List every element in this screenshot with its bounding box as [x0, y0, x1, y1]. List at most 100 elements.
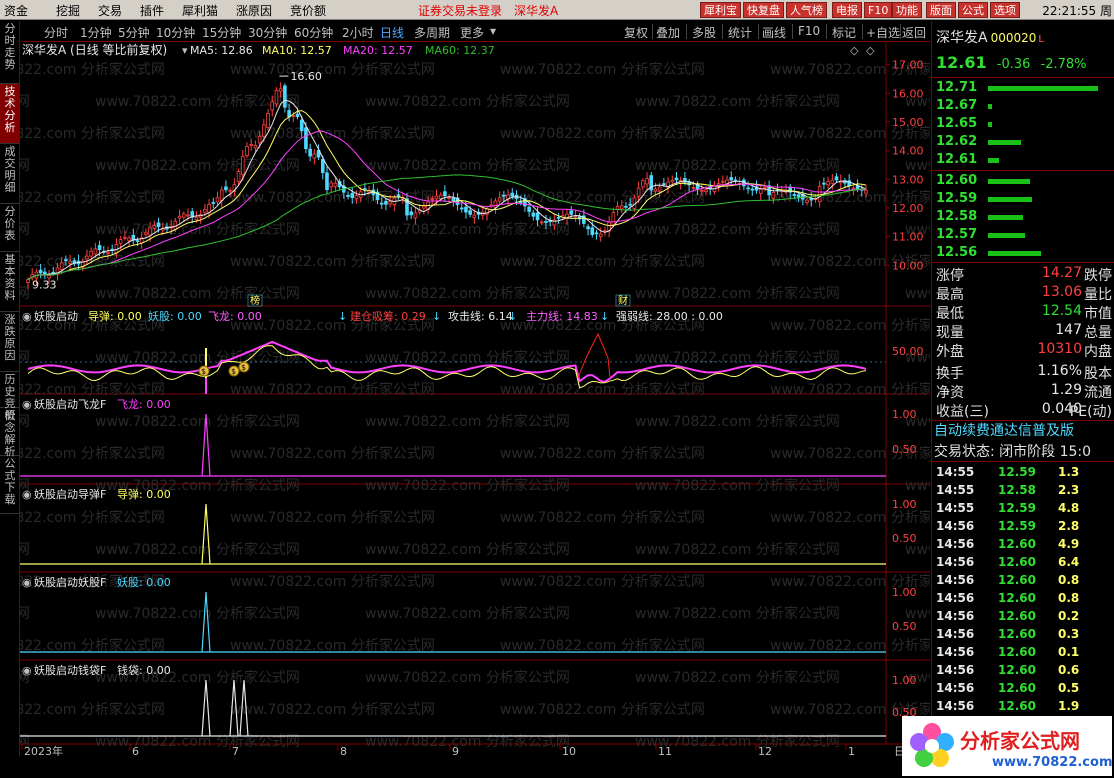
left-tab-7[interactable]: 概念解析: [0, 408, 20, 458]
tick-time: 14:56: [936, 663, 975, 677]
candle-body: [346, 194, 350, 197]
left-tab-4[interactable]: 基本资料: [0, 252, 20, 312]
layout-button[interactable]: 版面: [926, 2, 956, 18]
menu-item-xilimao[interactable]: 犀利猫: [182, 2, 218, 19]
tick-price: 12.59: [998, 519, 1036, 533]
fuquan-button[interactable]: 复权: [624, 24, 648, 41]
period-60min[interactable]: 60分钟: [294, 24, 333, 41]
money-bag-glyph: $: [241, 363, 246, 372]
watermark-text: www.70822.com 分析家公式网: [500, 253, 705, 270]
left-tab-2[interactable]: 成交明细: [0, 144, 20, 204]
period-daily[interactable]: 日线: [380, 24, 404, 41]
watermark-text: www.70822.com 分析家公式网: [230, 509, 435, 526]
left-tab-6[interactable]: 历史竞价: [0, 372, 20, 422]
popularity-button[interactable]: 人气榜: [786, 2, 827, 18]
indicator1-label-4: 攻击线: 6.14: [448, 309, 513, 323]
period-1min[interactable]: 1分钟: [80, 24, 112, 41]
menu-item-auction[interactable]: 竞价额: [290, 2, 326, 19]
multi-stock-button[interactable]: 多股: [692, 24, 716, 41]
overlay-button[interactable]: 叠加: [656, 24, 680, 41]
bid-row[interactable]: 12.60: [936, 172, 1112, 190]
draw-line-button[interactable]: 画线: [762, 24, 786, 41]
tick-row[interactable]: 14:56 12.60 4.9: [936, 535, 1112, 553]
candle-body: [186, 214, 190, 217]
quick-review-button[interactable]: 快复盘: [743, 2, 784, 18]
f10-button[interactable]: F10: [798, 24, 820, 38]
candle-body: [325, 172, 329, 190]
ask-row[interactable]: 12.62: [936, 133, 1112, 151]
bid-row[interactable]: 12.56: [936, 244, 1112, 262]
tick-row[interactable]: 14:56 12.60 0.1: [936, 643, 1112, 661]
period-15min[interactable]: 15分钟: [202, 24, 241, 41]
add-watchlist-button[interactable]: +自选: [866, 24, 900, 41]
tick-time: 14:56: [936, 609, 975, 623]
period-30min[interactable]: 30分钟: [248, 24, 287, 41]
period-multi[interactable]: 多周期: [414, 24, 450, 41]
left-tab-8[interactable]: 公式下载: [0, 456, 20, 514]
sub-indicator-name-2: 妖股启动妖股F: [34, 575, 106, 589]
login-notice[interactable]: 证券交易未登录: [418, 2, 502, 19]
candle-body: [283, 85, 287, 108]
watermark-text: www.70822.com 分析家公式网: [500, 445, 705, 462]
options-button[interactable]: 选项: [990, 2, 1020, 18]
left-tab-5[interactable]: 涨跌原因: [0, 312, 20, 372]
chart-area[interactable]: www.70822.com 分析家公式网 www.70822.com 分析家公式网…: [0, 42, 1110, 758]
watermark-text: www.70822.com 分析家公式网: [95, 605, 300, 622]
candle-body: [792, 194, 797, 196]
tick-price: 12.60: [998, 591, 1036, 605]
left-tab-3[interactable]: 分价表: [0, 204, 20, 252]
tick-row[interactable]: 14:56 12.60 0.5: [936, 679, 1112, 697]
telegraph-button[interactable]: 电报: [832, 2, 862, 18]
candle-body: [653, 188, 658, 192]
tick-row[interactable]: 14:56 12.60 0.2: [936, 607, 1112, 625]
tick-row[interactable]: 14:56 12.60 1.9: [936, 697, 1112, 715]
period-10min[interactable]: 10分钟: [156, 24, 195, 41]
ask-row[interactable]: 12.67: [936, 97, 1112, 115]
tick-row[interactable]: 14:56 12.60 0.8: [936, 589, 1112, 607]
ask-row[interactable]: 12.71: [936, 79, 1112, 97]
tick-row[interactable]: 14:55 12.59 1.3: [936, 463, 1112, 481]
bid-price: 12.60: [936, 173, 978, 188]
renewal-banner[interactable]: 自动续费通达信普及版: [934, 420, 1074, 440]
menu-item-plugins[interactable]: 插件: [140, 2, 164, 19]
tick-row[interactable]: 14:56 12.60 0.6: [936, 661, 1112, 679]
bid-row[interactable]: 12.59: [936, 190, 1112, 208]
candle-body: [830, 179, 835, 184]
chevron-down-icon[interactable]: ▾: [490, 24, 496, 38]
indicator1-label-5: 主力线: 14.83: [526, 309, 598, 323]
tick-row[interactable]: 14:55 12.59 4.8: [936, 499, 1112, 517]
formula-button[interactable]: 公式: [958, 2, 988, 18]
mark-button[interactable]: 标记: [832, 24, 856, 41]
menu-item-rise-reason[interactable]: 涨原因: [236, 2, 272, 19]
menu-item-trade[interactable]: 交易: [98, 2, 122, 19]
tick-row[interactable]: 14:56 12.59 2.8: [936, 517, 1112, 535]
period-5min[interactable]: 5分钟: [118, 24, 150, 41]
tick-row[interactable]: 14:56 12.60 6.4: [936, 553, 1112, 571]
candle-body: [320, 159, 325, 174]
stat-label-2: 流通: [1084, 385, 1112, 401]
back-button[interactable]: 返回: [902, 24, 926, 41]
f10-top-button[interactable]: F10: [864, 2, 893, 18]
left-tab-1[interactable]: 技术分析: [0, 84, 20, 144]
bid-row[interactable]: 12.58: [936, 208, 1112, 226]
tick-row[interactable]: 14:56 12.60 0.3: [936, 625, 1112, 643]
period-2hour[interactable]: 2小时: [342, 24, 374, 41]
candle-body: [611, 212, 616, 225]
ask-row[interactable]: 12.61: [936, 151, 1112, 169]
menu-item-funds[interactable]: 资金: [4, 2, 28, 19]
kline-chart-svg[interactable]: www.70822.com 分析家公式网 www.70822.com 分析家公式网…: [0, 42, 1110, 758]
xilibao-button[interactable]: 犀利宝: [700, 2, 741, 18]
bid-row[interactable]: 12.57: [936, 226, 1112, 244]
ask-row[interactable]: 12.65: [936, 115, 1112, 133]
tick-row[interactable]: 14:56 12.60 0.8: [936, 571, 1112, 589]
period-more[interactable]: 更多: [460, 24, 484, 41]
watermark-text: www.70822.com 分析家公式网: [95, 541, 300, 558]
left-tab-0[interactable]: 分时走势: [0, 21, 20, 84]
candle-body: [451, 197, 456, 202]
period-intraday[interactable]: 分时: [44, 24, 68, 41]
menu-item-mining[interactable]: 挖掘: [56, 2, 80, 19]
tick-row[interactable]: 14:55 12.58 2.3: [936, 481, 1112, 499]
function-button[interactable]: 功能: [892, 2, 922, 18]
watermark-text: www.70822.com 分析家公式网: [20, 157, 30, 174]
statistics-button[interactable]: 统计: [728, 24, 752, 41]
